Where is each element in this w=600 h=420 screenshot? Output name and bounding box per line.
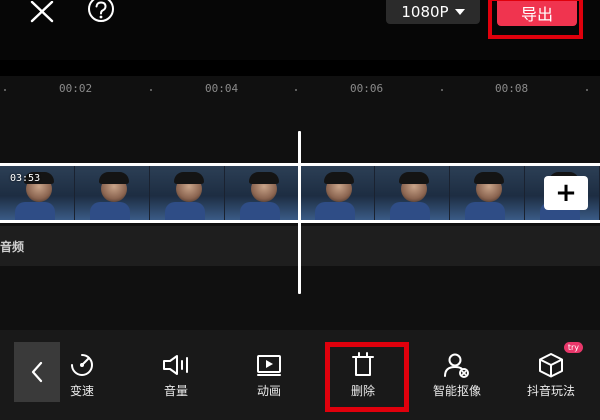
tool-douyin-effects[interactable]: try 抖音玩法	[515, 330, 587, 420]
smart-cutout-icon	[442, 352, 472, 378]
tick-label: 00:04	[205, 82, 239, 95]
tool-speed[interactable]: 变速	[46, 330, 118, 420]
animation-icon	[254, 352, 284, 378]
top-bar: 1080P 导出	[0, 0, 600, 60]
speed-icon	[67, 352, 97, 378]
delete-highlight-box	[325, 342, 409, 412]
close-icon[interactable]	[22, 0, 62, 24]
export-highlight-box	[488, 0, 583, 39]
tick-dot	[4, 89, 6, 91]
add-clip-button[interactable]: +	[544, 176, 588, 210]
timeline-area[interactable]: 00:02 00:04 00:06 00:08 03:53 + 音频	[0, 76, 600, 330]
tool-label: 抖音玩法	[526, 384, 575, 398]
tool-volume[interactable]: 音量	[140, 330, 212, 420]
audio-track-label: 音频	[0, 240, 25, 254]
tick-label: 00:08	[495, 82, 529, 95]
bottom-toolbar: 变速 音量 动画 删除 智能抠像 try 抖音玩法	[0, 330, 600, 420]
chevron-down-icon	[454, 9, 465, 15]
clip-thumbnail	[300, 166, 375, 220]
tool-smart-cutout[interactable]: 智能抠像	[421, 330, 493, 420]
clip-thumbnail	[150, 166, 225, 220]
video-editor-screen: 1080P 导出 00:02 00:04 00:06 00:08 03:53 +…	[0, 0, 600, 420]
resolution-label: 1080P	[401, 3, 449, 21]
tick-label: 00:02	[59, 82, 93, 95]
tick-dot	[586, 89, 588, 91]
tool-label: 音量	[163, 384, 188, 398]
clip-thumbnail	[450, 166, 525, 220]
tick-dot	[295, 89, 297, 91]
tick-dot	[441, 89, 443, 91]
tool-animation[interactable]: 动画	[233, 330, 305, 420]
clip-thumbnail	[75, 166, 150, 220]
clip-thumbnail	[375, 166, 450, 220]
playhead[interactable]	[298, 131, 301, 294]
try-badge: try	[563, 342, 583, 353]
tool-label: 变速	[69, 384, 94, 398]
clip-duration: 03:53	[10, 173, 41, 184]
douyin-effects-icon	[536, 352, 566, 378]
tick-label: 00:06	[350, 82, 384, 95]
tool-label: 智能抠像	[432, 384, 481, 398]
time-ruler: 00:02 00:04 00:06 00:08	[0, 76, 600, 104]
tool-label: 动画	[256, 384, 281, 398]
help-icon[interactable]	[84, 0, 118, 24]
tick-dot	[150, 89, 152, 91]
resolution-dropdown[interactable]: 1080P	[386, 0, 480, 24]
volume-icon	[161, 352, 191, 378]
chevron-left-icon	[31, 361, 43, 383]
clip-thumbnail	[225, 166, 300, 220]
